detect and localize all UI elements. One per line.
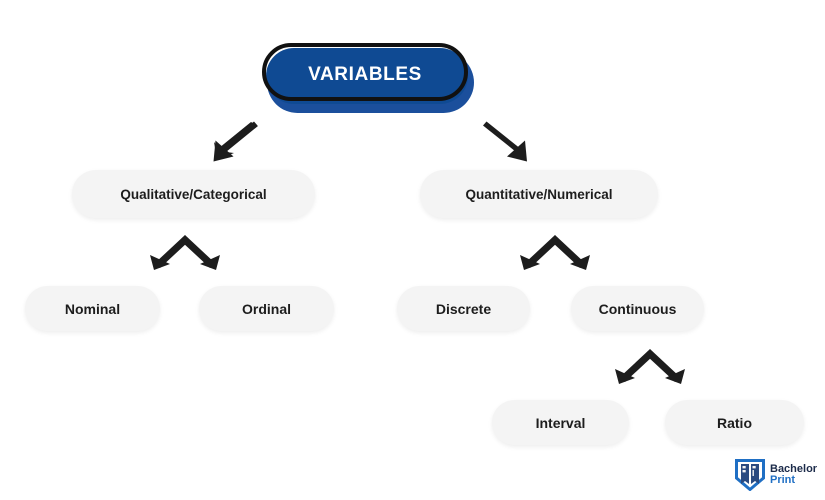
logo-line-print: Print	[770, 474, 796, 486]
node-ratio-label: Ratio	[717, 414, 752, 431]
node-discrete[interactable]: Discrete	[397, 286, 530, 331]
node-variables-outline	[262, 43, 468, 101]
node-ordinal[interactable]: Ordinal	[199, 286, 334, 331]
node-ratio[interactable]: Ratio	[665, 400, 804, 445]
node-continuous[interactable]: Continuous	[571, 286, 704, 331]
double-arrow-split-icon	[520, 235, 590, 270]
node-continuous-label: Continuous	[598, 300, 677, 317]
node-qualitative-categorical-label: Qualitative/Categorical	[120, 186, 267, 202]
node-nominal-label: Nominal	[64, 300, 121, 317]
diagram-canvas: VARIABLES Qualitative/Categorical Quanti…	[0, 0, 825, 500]
node-quantitative-numerical[interactable]: Quantitative/Numerical	[420, 170, 658, 218]
node-quantitative-numerical-label: Quantitative/Numerical	[465, 186, 613, 202]
bachelorprint-shield-icon	[735, 459, 765, 491]
logo-wordmark: Bachelor Print	[770, 463, 817, 486]
node-variables[interactable]: VARIABLES	[262, 43, 474, 113]
bachelorprint-logo: Bachelor Print	[735, 458, 817, 492]
double-arrow-split-icon	[615, 349, 685, 384]
node-discrete-label: Discrete	[435, 300, 492, 317]
node-qualitative-categorical[interactable]: Qualitative/Categorical	[72, 170, 315, 218]
node-ordinal-label: Ordinal	[241, 300, 291, 317]
node-nominal[interactable]: Nominal	[25, 286, 160, 331]
double-arrow-split-icon	[150, 235, 220, 270]
node-interval[interactable]: Interval	[492, 400, 629, 445]
node-interval-label: Interval	[535, 414, 586, 431]
arrow-down-left-icon	[213, 121, 258, 162]
arrow-down-right-icon	[483, 121, 527, 162]
